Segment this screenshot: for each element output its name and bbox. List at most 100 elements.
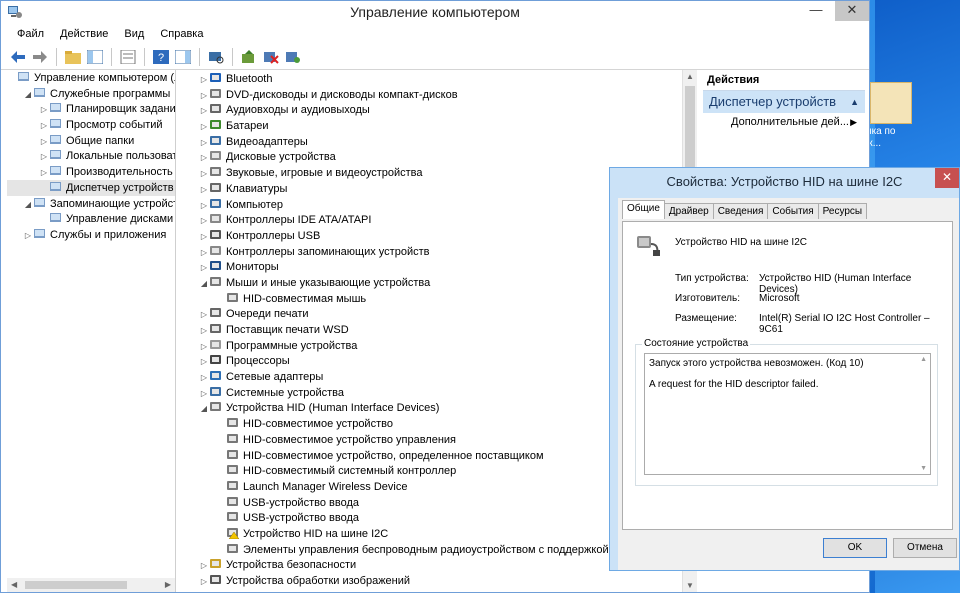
- left-tree-list: Управление компьютером (л ◢ Служебные прог…: [7, 70, 175, 243]
- menu-view[interactable]: Вид: [116, 28, 152, 40]
- console-tree-hscroll[interactable]: ◀ ▶: [7, 578, 175, 592]
- keyboard-icon: [209, 181, 223, 194]
- tab-resources[interactable]: Ресурсы: [817, 203, 868, 219]
- console-tree-item[interactable]: Управление компьютером (л: [7, 70, 175, 86]
- update-driver-icon[interactable]: [240, 48, 258, 66]
- properties-dialog: Свойства: Устройство HID на шине I2C ✕ О…: [609, 167, 960, 571]
- expand-icon[interactable]: ▷: [199, 150, 209, 166]
- dialog-close-button[interactable]: ✕: [935, 168, 959, 188]
- cancel-button[interactable]: Отмена: [893, 538, 957, 558]
- device-category[interactable]: ▷ DVD-дисководы и дисководы компакт-диско…: [199, 87, 681, 103]
- console-tree-item[interactable]: Диспетчер устройств: [7, 179, 175, 196]
- device-label: Программные устройства: [226, 339, 358, 352]
- scroll-right-icon[interactable]: ▶: [165, 580, 171, 589]
- scroll-up-icon[interactable]: ▲: [920, 356, 927, 363]
- expand-icon[interactable]: ▷: [23, 228, 33, 244]
- expand-icon[interactable]: ▷: [39, 102, 49, 118]
- console-tree-icon[interactable]: [86, 48, 104, 66]
- expand-icon[interactable]: ▷: [199, 574, 209, 590]
- tab-driver[interactable]: Драйвер: [663, 203, 714, 219]
- tab-general[interactable]: Общие: [622, 200, 665, 219]
- snapin-icon: [49, 164, 63, 177]
- console-tree-item[interactable]: ▷ Просмотр событий: [7, 117, 175, 133]
- device-category[interactable]: ▷ Батареи: [199, 118, 681, 134]
- expand-icon[interactable]: ▷: [199, 339, 209, 355]
- security-icon: [209, 557, 223, 570]
- enable-device-icon[interactable]: [284, 48, 302, 66]
- printer-icon: [209, 306, 223, 319]
- device-category[interactable]: ▷ Bluetooth: [199, 71, 681, 87]
- uninstall-device-icon[interactable]: [262, 48, 280, 66]
- expand-icon[interactable]: ▷: [199, 260, 209, 276]
- console-tree-item[interactable]: ▷ Локальные пользовате: [7, 148, 175, 164]
- dialog-title-bar[interactable]: Свойства: Устройство HID на шине I2C ✕: [610, 168, 959, 196]
- console-tree-label: Просмотр событий: [66, 119, 163, 132]
- expand-icon[interactable]: ▷: [199, 370, 209, 386]
- console-tree-item[interactable]: ▷ Планировщик заданий: [7, 101, 175, 117]
- expand-icon[interactable]: ▷: [199, 354, 209, 370]
- expand-icon[interactable]: ▷: [199, 103, 209, 119]
- network-icon: [209, 369, 223, 382]
- console-tree-item[interactable]: ▷ Общие папки: [7, 133, 175, 149]
- ok-button[interactable]: OK: [823, 538, 887, 558]
- console-tree-item[interactable]: ▷ Производительность: [7, 164, 175, 180]
- minimize-button[interactable]: —: [799, 1, 833, 21]
- title-bar[interactable]: Управление компьютером — ✕: [1, 1, 869, 23]
- expand-icon[interactable]: ▷: [199, 72, 209, 88]
- actions-device-manager[interactable]: Диспетчер устройств ▲: [703, 91, 865, 113]
- actions-more[interactable]: Дополнительные дей... ▶: [703, 113, 865, 131]
- scrollbar-thumb[interactable]: [25, 581, 127, 589]
- desktop-file-icon[interactable]: [870, 82, 912, 124]
- forward-arrow-icon[interactable]: [31, 48, 49, 66]
- menu-file[interactable]: Файл: [9, 28, 52, 40]
- device-category[interactable]: ▷ Видеоадаптеры: [199, 134, 681, 150]
- expand-icon[interactable]: ▷: [199, 88, 209, 104]
- scroll-down-icon[interactable]: ▼: [686, 581, 694, 590]
- tab-events[interactable]: События: [767, 203, 819, 219]
- scroll-down-icon[interactable]: ▼: [920, 465, 927, 472]
- show-hide-action-pane-icon[interactable]: [174, 48, 192, 66]
- collapse-up-icon[interactable]: ▲: [850, 91, 859, 113]
- expand-icon[interactable]: ▷: [199, 229, 209, 245]
- expand-icon[interactable]: ▷: [199, 323, 209, 339]
- expand-icon[interactable]: ▷: [39, 165, 49, 181]
- back-arrow-icon[interactable]: [9, 48, 27, 66]
- expand-icon[interactable]: ▷: [39, 149, 49, 165]
- up-folder-icon[interactable]: [64, 48, 82, 66]
- expand-icon[interactable]: ▷: [199, 386, 209, 402]
- scroll-up-icon[interactable]: ▲: [686, 72, 694, 81]
- tab-details[interactable]: Сведения: [712, 203, 769, 219]
- device-category[interactable]: ▷ Дисковые устройства: [199, 149, 681, 165]
- toolbar-separator: [144, 48, 145, 66]
- collapse-icon[interactable]: ◢: [23, 197, 33, 213]
- console-tree-item[interactable]: ◢ Запоминающие устройст: [7, 196, 175, 212]
- device-status-textbox[interactable]: Запуск этого устройства невозможен. (Код…: [644, 353, 931, 475]
- expand-icon[interactable]: ▷: [199, 558, 209, 574]
- console-tree-item[interactable]: ◢ Служебные программы: [7, 86, 175, 102]
- expand-icon[interactable]: ▷: [39, 118, 49, 134]
- close-button[interactable]: ✕: [835, 1, 869, 21]
- help-icon[interactable]: ?: [152, 48, 170, 66]
- scroll-left-icon[interactable]: ◀: [11, 580, 17, 589]
- expand-icon[interactable]: ▷: [199, 307, 209, 323]
- device-category[interactable]: ▷ Устройства обработки изображений: [199, 573, 681, 589]
- expand-icon[interactable]: ▷: [199, 245, 209, 261]
- expand-icon[interactable]: ▷: [199, 213, 209, 229]
- menu-help[interactable]: Справка: [152, 28, 211, 40]
- expand-icon[interactable]: ▷: [39, 134, 49, 150]
- expand-icon[interactable]: ▷: [199, 166, 209, 182]
- expand-icon[interactable]: ▷: [199, 119, 209, 135]
- scan-hardware-icon[interactable]: [207, 48, 225, 66]
- expand-icon[interactable]: ▷: [199, 198, 209, 214]
- properties-icon[interactable]: [119, 48, 137, 66]
- expand-icon[interactable]: ▷: [199, 135, 209, 151]
- device-category[interactable]: ▷ Аудиовходы и аудиовыходы: [199, 102, 681, 118]
- console-tree-item[interactable]: Управление дисками: [7, 211, 175, 227]
- collapse-icon[interactable]: ◢: [23, 87, 33, 103]
- collapse-icon[interactable]: ◢: [199, 401, 209, 417]
- dialog-title: Свойства: Устройство HID на шине I2C: [666, 174, 903, 189]
- expand-icon[interactable]: ▷: [199, 182, 209, 198]
- menu-action[interactable]: Действие: [52, 28, 116, 40]
- console-tree-item[interactable]: ▷ Службы и приложения: [7, 227, 175, 243]
- collapse-icon[interactable]: ◢: [199, 276, 209, 292]
